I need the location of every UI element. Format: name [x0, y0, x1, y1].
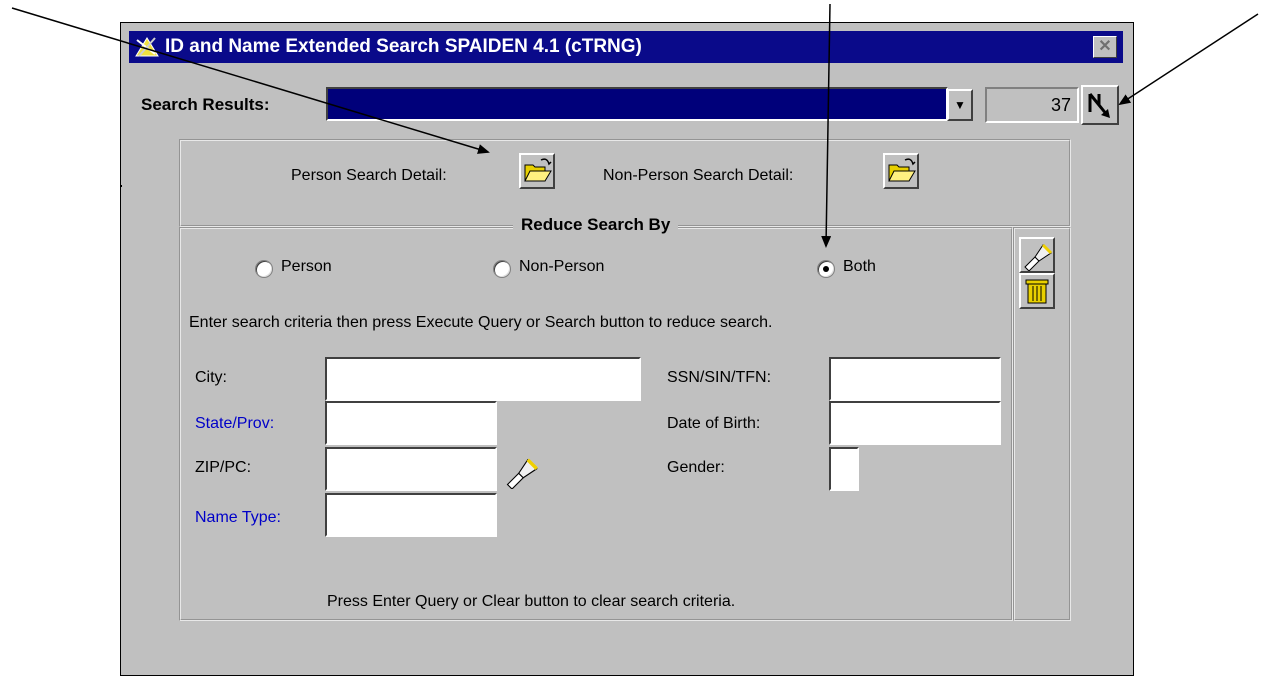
footer-hint: Press Enter Query or Clear button to cle… — [327, 593, 736, 610]
radio-person[interactable] — [255, 260, 273, 278]
city-field[interactable] — [325, 357, 641, 401]
window-title: ID and Name Extended Search SPAIDEN 4.1 … — [165, 36, 642, 57]
navigate-icon[interactable] — [1081, 85, 1119, 125]
state-prov-label: State/Prov: — [195, 415, 275, 432]
radio-both[interactable] — [817, 260, 835, 278]
city-label: City: — [195, 369, 227, 386]
result-count: 37 — [985, 87, 1079, 123]
person-detail-open-folder-icon[interactable] — [519, 153, 555, 189]
radio-non-person[interactable] — [493, 260, 511, 278]
open-folder-icon — [888, 158, 916, 182]
flashlight-icon — [506, 458, 538, 490]
gender-field[interactable] — [829, 447, 859, 491]
zip-field[interactable] — [325, 447, 497, 491]
search-results-dropdown[interactable] — [326, 87, 948, 121]
dob-label: Date of Birth: — [667, 415, 761, 432]
search-results-label: Search Results: — [141, 95, 270, 114]
radio-person-label: Person — [281, 258, 332, 275]
title-bar[interactable]: ID and Name Extended Search SPAIDEN 4.1 … — [129, 31, 1123, 63]
app-icon — [133, 34, 161, 60]
instructions-text: Enter search criteria then press Execute… — [189, 314, 773, 331]
flashlight-icon — [1024, 243, 1053, 272]
zip-label: ZIP/PC: — [195, 459, 252, 476]
person-search-detail-label: Person Search Detail: — [291, 167, 447, 184]
extended-search-window: ID and Name Extended Search SPAIDEN 4.1 … — [120, 22, 1134, 676]
ssn-field[interactable] — [829, 357, 1001, 401]
dropdown-arrow-icon[interactable]: ▼ — [947, 89, 973, 121]
trash-can-icon — [1025, 279, 1049, 304]
gender-label: Gender: — [667, 459, 725, 476]
non-person-search-detail-label: Non-Person Search Detail: — [603, 167, 794, 184]
dob-field[interactable] — [829, 401, 1001, 445]
zip-flashlight-icon[interactable] — [503, 453, 539, 490]
ssn-label: SSN/SIN/TFN: — [667, 369, 772, 386]
reduce-search-legend: Reduce Search By — [513, 215, 679, 235]
arrow-to-nav-button — [1118, 13, 1259, 106]
radio-non-person-label: Non-Person — [519, 258, 605, 275]
name-type-field[interactable] — [325, 493, 497, 537]
close-icon[interactable]: ✕ — [1093, 36, 1117, 58]
non-person-detail-open-folder-icon[interactable] — [883, 153, 919, 189]
clear-trash-button[interactable] — [1019, 273, 1055, 309]
state-prov-field[interactable] — [325, 401, 497, 445]
radio-both-label: Both — [843, 258, 876, 275]
navigate-glyph-icon — [1088, 93, 1110, 118]
search-flashlight-button[interactable] — [1019, 237, 1055, 273]
open-folder-icon — [524, 158, 552, 182]
name-type-label: Name Type: — [195, 509, 281, 526]
